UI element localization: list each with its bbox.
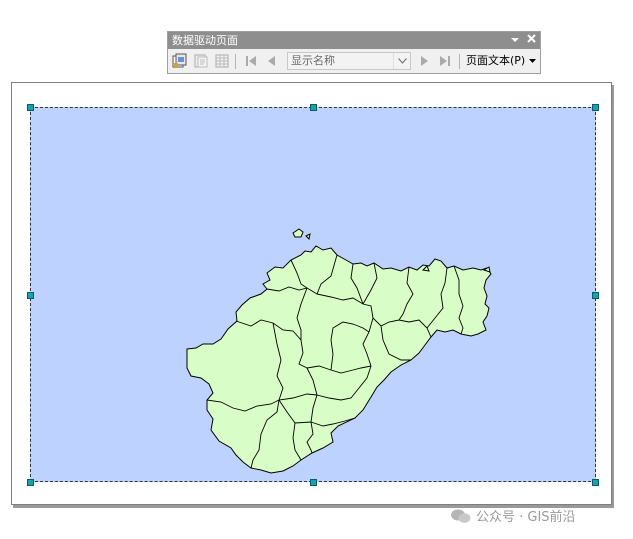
selection-handle-bottom-right[interactable] (592, 479, 599, 486)
data-driven-pages-toolbar: 数据驱动页面 显示名称 页面文本(P) (167, 31, 541, 74)
chevron-down-icon (528, 59, 536, 63)
watermark: 公众号 · GIS前沿 (450, 506, 576, 525)
chevron-down-icon[interactable] (393, 53, 410, 69)
page-text-menu[interactable]: 页面文本(P) (466, 52, 536, 70)
selection-handle-top-left[interactable] (27, 104, 34, 111)
attribute-table-icon[interactable] (213, 52, 231, 70)
toolbar-separator (235, 54, 236, 69)
first-page-icon[interactable] (242, 52, 260, 70)
watermark-text: 公众号 · GIS前沿 (476, 510, 576, 525)
refresh-pages-icon[interactable] (192, 52, 210, 70)
next-page-icon[interactable] (415, 52, 433, 70)
wechat-icon (451, 509, 471, 523)
selection-handle-bottom-middle[interactable] (310, 479, 317, 486)
toolbar-titlebar[interactable]: 数据驱动页面 (168, 32, 540, 49)
previous-page-icon[interactable] (263, 52, 281, 70)
last-page-icon[interactable] (436, 52, 454, 70)
page-text-label: 页面文本(P) (466, 54, 526, 67)
setup-data-driven-pages-icon[interactable] (171, 52, 189, 70)
toolbar-buttons-row: 显示名称 页面文本(P) (168, 49, 540, 73)
toolbar-separator (459, 54, 460, 69)
page-name-combobox[interactable]: 显示名称 (287, 52, 411, 70)
selection-handle-middle-left[interactable] (27, 292, 34, 299)
island-polygon (305, 233, 311, 241)
selection-handle-top-right[interactable] (592, 104, 599, 111)
selection-handle-top-middle[interactable] (310, 104, 317, 111)
close-icon[interactable] (524, 32, 538, 49)
map-data-frame[interactable] (30, 107, 596, 482)
selection-handle-middle-right[interactable] (592, 292, 599, 299)
page-name-combobox-value: 显示名称 (291, 54, 335, 67)
toolbar-options-icon[interactable] (508, 32, 522, 49)
selection-handle-bottom-left[interactable] (27, 479, 34, 486)
map-canvas (186, 228, 492, 474)
island-polygon (292, 228, 304, 238)
toolbar-title: 数据驱动页面 (172, 34, 238, 47)
